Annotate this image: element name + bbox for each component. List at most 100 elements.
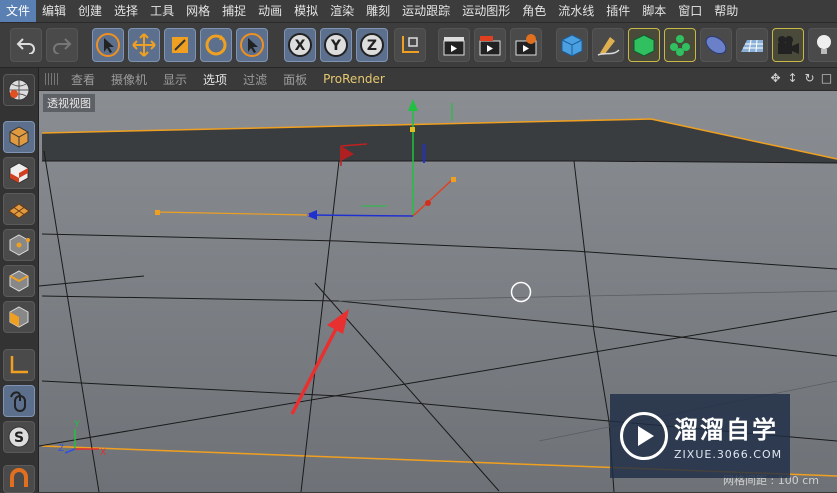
polygons-mode-button[interactable] xyxy=(3,301,35,333)
axis-icon xyxy=(10,356,28,374)
move-tool-button[interactable] xyxy=(128,28,160,62)
scale-tool-button[interactable] xyxy=(164,28,196,62)
menu-mesh[interactable]: 网格 xyxy=(180,0,216,22)
menu-script[interactable]: 脚本 xyxy=(636,0,672,22)
camera-icon xyxy=(778,36,799,54)
render-to-picture-viewer-button[interactable] xyxy=(474,28,506,62)
viewport-nav-icons: ✥ ↕ ↻ □ xyxy=(769,71,833,85)
snapping-button[interactable]: S xyxy=(3,421,35,453)
coordinate-system-button[interactable] xyxy=(394,28,426,62)
clapper-gear-icon xyxy=(515,34,537,56)
undo-button[interactable] xyxy=(10,28,42,62)
snap-s-icon: S xyxy=(8,426,30,448)
z-axis-icon: Z xyxy=(360,33,384,57)
cube-icon xyxy=(561,34,583,57)
menu-simulate[interactable]: 模拟 xyxy=(288,0,324,22)
viewport-menu-display[interactable]: 显示 xyxy=(155,71,195,88)
menu-render[interactable]: 渲染 xyxy=(324,0,360,22)
svg-text:Z: Z xyxy=(58,444,64,454)
texture-mode-button[interactable] xyxy=(3,157,35,189)
render-settings-button[interactable] xyxy=(510,28,542,62)
watermark: 溜溜自学 ZIXUE.3066.COM xyxy=(610,394,790,478)
subdivision-cube-icon xyxy=(633,34,655,57)
last-tool-button[interactable] xyxy=(236,28,268,62)
viewport-menu-panel[interactable]: 面板 xyxy=(275,71,315,88)
grid-plane-icon xyxy=(8,203,30,219)
viewport-label: 透视视图 xyxy=(43,94,95,112)
floor-icon xyxy=(741,39,763,53)
menu-mograph[interactable]: 运动图形 xyxy=(456,0,516,22)
menu-edit[interactable]: 编辑 xyxy=(36,0,72,22)
y-axis-lock-button[interactable]: Y xyxy=(320,28,352,62)
rotate-tool-button[interactable] xyxy=(200,28,232,62)
viewport-menu-prorender[interactable]: ProRender xyxy=(315,72,393,86)
magnet-icon xyxy=(10,468,28,487)
panel-grip[interactable] xyxy=(45,73,59,85)
edges-mode-button[interactable] xyxy=(3,265,35,297)
menu-sculpt[interactable]: 雕刻 xyxy=(360,0,396,22)
scale-icon xyxy=(172,37,188,53)
menu-tools[interactable]: 工具 xyxy=(144,0,180,22)
svg-text:X: X xyxy=(100,448,106,458)
cloner-button[interactable] xyxy=(664,28,696,62)
points-cube-icon xyxy=(9,234,30,256)
clapper-icon xyxy=(443,37,465,56)
menu-select[interactable]: 选择 xyxy=(108,0,144,22)
dolly-icon[interactable]: ↕ xyxy=(786,71,799,85)
redo-icon xyxy=(53,38,72,54)
menu-motion-tracking[interactable]: 运动跟踪 xyxy=(396,0,456,22)
watermark-title: 溜溜自学 xyxy=(674,416,778,444)
pan-icon[interactable]: ✥ xyxy=(769,71,782,85)
light-button[interactable] xyxy=(808,28,837,62)
clapper-red-icon xyxy=(479,36,501,56)
camera-button[interactable] xyxy=(772,28,804,62)
menu-create[interactable]: 创建 xyxy=(72,0,108,22)
orbit-icon[interactable]: ↻ xyxy=(803,71,816,85)
z-axis-lock-button[interactable]: Z xyxy=(356,28,388,62)
workplane-mode-button[interactable] xyxy=(3,193,35,225)
points-mode-button[interactable] xyxy=(3,229,35,261)
floor-button[interactable] xyxy=(736,28,768,62)
viewport-menu-cameras[interactable]: 摄像机 xyxy=(103,71,155,88)
menu-animate[interactable]: 动画 xyxy=(252,0,288,22)
deformer-button[interactable] xyxy=(700,28,732,62)
undo-icon xyxy=(16,38,35,54)
model-mode-button[interactable] xyxy=(3,121,35,153)
menu-window[interactable]: 窗口 xyxy=(672,0,708,22)
light-bulb-icon xyxy=(817,35,831,54)
globe-grid-icon xyxy=(8,79,30,101)
render-view-button[interactable] xyxy=(438,28,470,62)
menu-character[interactable]: 角色 xyxy=(516,0,552,22)
subdivision-button[interactable] xyxy=(628,28,660,62)
live-selection-button[interactable] xyxy=(92,28,124,62)
edges-cube-icon xyxy=(9,270,29,292)
watermark-url: ZIXUE.3066.COM xyxy=(674,448,783,461)
enable-axis-button[interactable] xyxy=(3,349,35,381)
left-toolbar: S xyxy=(0,68,39,493)
tweak-mode-button[interactable] xyxy=(3,385,35,417)
svg-text:S: S xyxy=(14,430,24,446)
maximize-icon[interactable]: □ xyxy=(820,71,833,85)
cloner-icon xyxy=(670,35,690,56)
menu-bar: 文件 编辑 创建 选择 工具 网格 捕捉 动画 模拟 渲染 雕刻 运动跟踪 运动… xyxy=(0,0,837,23)
spline-pen-button[interactable] xyxy=(592,28,624,62)
menu-plugins[interactable]: 插件 xyxy=(600,0,636,22)
menu-pipeline[interactable]: 流水线 xyxy=(552,0,600,22)
x-axis-lock-button[interactable]: X xyxy=(284,28,316,62)
cube-object-button[interactable] xyxy=(556,28,588,62)
menu-help[interactable]: 帮助 xyxy=(708,0,744,22)
move-icon xyxy=(132,33,156,57)
redo-button[interactable] xyxy=(46,28,78,62)
coordinate-system-icon xyxy=(402,36,419,53)
viewport-menu-view[interactable]: 查看 xyxy=(63,71,103,88)
make-editable-button[interactable] xyxy=(3,74,35,106)
menu-snap[interactable]: 捕捉 xyxy=(216,0,252,22)
viewport-menu-options[interactable]: 选项 xyxy=(195,71,235,88)
x-axis-icon: X xyxy=(288,33,312,57)
menu-file[interactable]: 文件 xyxy=(0,0,37,22)
viewport-menu-filter[interactable]: 过滤 xyxy=(235,71,275,88)
cursor-select-icon xyxy=(96,33,120,57)
svg-text:Y: Y xyxy=(73,420,80,430)
magnet-button[interactable] xyxy=(3,465,35,493)
cube-mode-icon xyxy=(9,126,29,148)
